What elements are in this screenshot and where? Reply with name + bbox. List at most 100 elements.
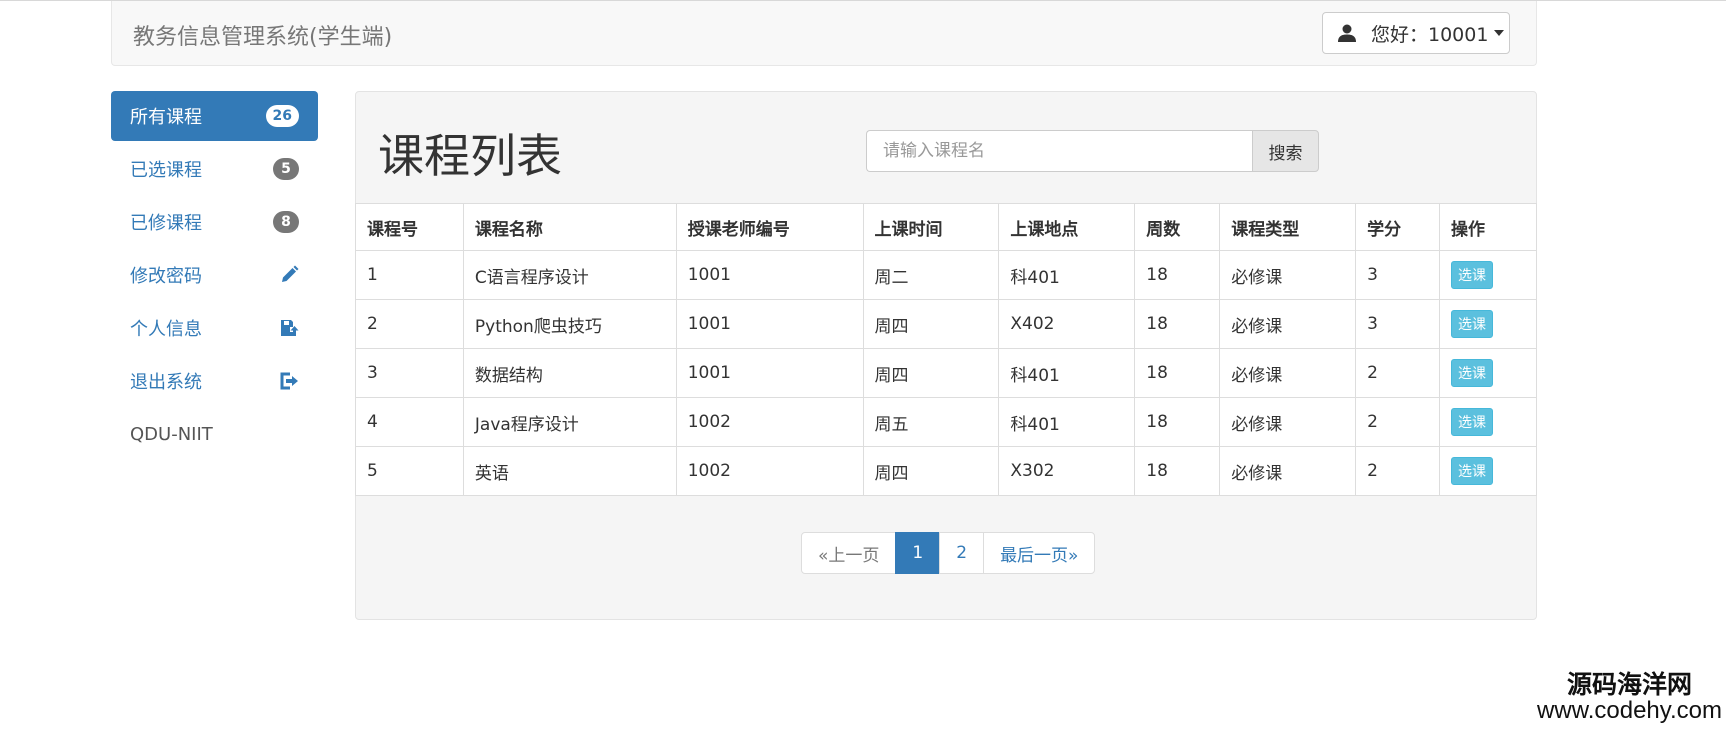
watermark: 源码海洋网 www.codehy.com <box>1537 670 1722 725</box>
column-header: 课程号 <box>355 203 464 251</box>
cell-credits: 2 <box>1355 348 1441 398</box>
last-page-link[interactable]: 最后一页» <box>983 532 1096 574</box>
user-icon <box>1338 24 1356 42</box>
search-input[interactable] <box>866 130 1252 172</box>
sidebar-item-label: 已选课程 <box>130 160 202 181</box>
cell-course-name: Java程序设计 <box>462 397 677 447</box>
cell-action: 选课 <box>1439 250 1537 300</box>
sidebar-item-personal-info[interactable]: 个人信息 <box>111 303 318 353</box>
cell-course-id: 2 <box>355 299 464 349</box>
course-table: 课程号 课程名称 授课老师编号 上课时间 上课地点 周数 课程类型 学分 操作 … <box>355 203 1537 496</box>
column-header: 操作 <box>1439 203 1537 251</box>
sidebar-item-all-courses[interactable]: 所有课程 26 <box>111 91 318 141</box>
cell-location: X402 <box>998 299 1136 349</box>
cell-class-time: 周二 <box>862 250 1000 300</box>
sidebar-item-change-password[interactable]: 修改密码 <box>111 250 318 300</box>
cell-class-time: 周四 <box>862 348 1000 398</box>
cell-course-name: 数据结构 <box>462 348 677 398</box>
caret-down-icon <box>1494 30 1505 36</box>
select-course-button[interactable]: 选课 <box>1451 310 1494 338</box>
sidebar-item-completed-courses[interactable]: 已修课程 8 <box>111 197 318 247</box>
cell-class-time: 周四 <box>862 299 1000 349</box>
pagination: «上一页 1 2 最后一页» <box>801 532 1096 574</box>
floppy-upload-icon <box>281 320 299 336</box>
cell-course-type: 必修课 <box>1219 446 1357 496</box>
sidebar: 所有课程 26 已选课程 5 已修课程 8 修改密码 个人信息 退出系统 QDU… <box>111 91 318 459</box>
cell-class-time: 周四 <box>862 446 1000 496</box>
cell-teacher-id: 1001 <box>675 250 864 300</box>
cell-teacher-id: 1002 <box>675 446 864 496</box>
select-course-button[interactable]: 选课 <box>1451 408 1494 436</box>
sidebar-item-label: 修改密码 <box>130 266 202 287</box>
cell-weeks: 18 <box>1134 446 1221 496</box>
cell-action: 选课 <box>1439 348 1537 398</box>
count-badge: 26 <box>265 105 299 127</box>
select-course-button[interactable]: 选课 <box>1451 457 1494 485</box>
cell-course-id: 5 <box>355 446 464 496</box>
column-header: 授课老师编号 <box>675 203 864 251</box>
cell-weeks: 18 <box>1134 397 1221 447</box>
user-greeting: 您好：10001 <box>1371 23 1489 46</box>
column-header: 课程名称 <box>462 203 677 251</box>
cell-weeks: 18 <box>1134 348 1221 398</box>
sidebar-item-logout[interactable]: 退出系统 <box>111 356 318 406</box>
column-header: 上课地点 <box>998 203 1136 251</box>
cell-course-type: 必修课 <box>1219 299 1357 349</box>
cell-credits: 2 <box>1355 446 1441 496</box>
cell-teacher-id: 1001 <box>675 348 864 398</box>
cell-location: 科401 <box>998 348 1136 398</box>
select-course-button[interactable]: 选课 <box>1451 359 1494 387</box>
cell-course-type: 必修课 <box>1219 250 1357 300</box>
cell-teacher-id: 1002 <box>675 397 864 447</box>
cell-course-type: 必修课 <box>1219 348 1357 398</box>
table-row: 3 数据结构 1001 周四 科401 18 必修课 2 选课 <box>355 348 1537 398</box>
cell-location: 科401 <box>998 397 1136 447</box>
sidebar-item-label: 所有课程 <box>130 107 202 128</box>
count-badge: 5 <box>273 158 299 180</box>
count-badge: 8 <box>273 211 299 233</box>
cell-course-id: 4 <box>355 397 464 447</box>
sidebar-item-label: 退出系统 <box>130 372 202 393</box>
cell-location: 科401 <box>998 250 1136 300</box>
cell-credits: 3 <box>1355 250 1441 300</box>
cell-credits: 2 <box>1355 397 1441 447</box>
cell-course-type: 必修课 <box>1219 397 1357 447</box>
page-link-1[interactable]: 1 <box>895 532 941 574</box>
cell-action: 选课 <box>1439 299 1537 349</box>
course-panel: 课程列表 搜索 课程号 课程名称 授课老师编号 上课时间 上课地点 周数 课程类… <box>355 91 1537 620</box>
search-button[interactable]: 搜索 <box>1252 130 1319 172</box>
pencil-icon <box>282 265 299 282</box>
cell-weeks: 18 <box>1134 299 1221 349</box>
sidebar-item-selected-courses[interactable]: 已选课程 5 <box>111 144 318 194</box>
table-row: 1 C语言程序设计 1001 周二 科401 18 必修课 3 选课 <box>355 250 1537 300</box>
cell-action: 选课 <box>1439 397 1537 447</box>
select-course-button[interactable]: 选课 <box>1451 261 1494 289</box>
sidebar-item-label: 个人信息 <box>130 319 202 340</box>
watermark-site-name: 源码海洋网 <box>1567 670 1693 699</box>
navbar: 教务信息管理系统(学生端) 您好：10001 <box>111 1 1537 66</box>
user-dropdown-button[interactable]: 您好：10001 <box>1322 12 1510 54</box>
cell-course-id: 1 <box>355 250 464 300</box>
table-header-row: 课程号 课程名称 授课老师编号 上课时间 上课地点 周数 课程类型 学分 操作 <box>355 203 1537 251</box>
cell-course-name: 英语 <box>462 446 677 496</box>
logout-icon <box>280 372 298 390</box>
page-link-2[interactable]: 2 <box>939 532 985 574</box>
brand-title[interactable]: 教务信息管理系统(学生端) <box>133 19 392 51</box>
column-header: 课程类型 <box>1219 203 1357 251</box>
cell-course-name: C语言程序设计 <box>462 250 677 300</box>
prev-page-link[interactable]: «上一页 <box>801 532 897 574</box>
cell-weeks: 18 <box>1134 250 1221 300</box>
column-header: 上课时间 <box>862 203 1000 251</box>
column-header: 学分 <box>1355 203 1441 251</box>
cell-action: 选课 <box>1439 446 1537 496</box>
table-row: 4 Java程序设计 1002 周五 科401 18 必修课 2 选课 <box>355 397 1537 447</box>
cell-course-name: Python爬虫技巧 <box>462 299 677 349</box>
cell-course-id: 3 <box>355 348 464 398</box>
cell-location: X302 <box>998 446 1136 496</box>
watermark-url: www.codehy.com <box>1537 697 1722 725</box>
cell-teacher-id: 1001 <box>675 299 864 349</box>
column-header: 周数 <box>1134 203 1221 251</box>
sidebar-footer-text: QDU-NIIT <box>130 423 213 445</box>
table-row: 5 英语 1002 周四 X302 18 必修课 2 选课 <box>355 446 1537 496</box>
table-row: 2 Python爬虫技巧 1001 周四 X402 18 必修课 3 选课 <box>355 299 1537 349</box>
